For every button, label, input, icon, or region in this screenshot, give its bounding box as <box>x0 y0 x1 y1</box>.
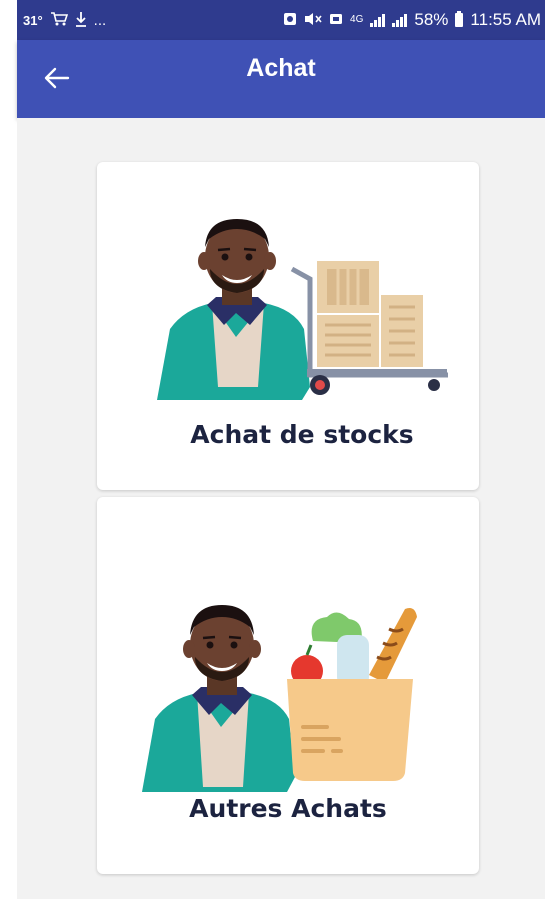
status-bar: 31° ... 4G 58% 11:55 AM <box>17 0 545 40</box>
temperature-text: 31° <box>23 12 43 28</box>
shopping-cart-icon <box>50 11 68 30</box>
man-with-grocery-bag-illustration <box>142 605 417 792</box>
page-title: Achat <box>246 54 316 82</box>
mute-icon <box>304 12 322 29</box>
battery-percentage: 58% <box>414 10 449 29</box>
app-bar: Achat <box>17 40 545 118</box>
clock-text: 11:55 AM <box>470 10 541 29</box>
man-with-stock-trolley-illustration <box>157 219 448 400</box>
notification-icon <box>283 12 297 29</box>
message-icon <box>329 12 343 29</box>
signal-icon <box>392 13 408 27</box>
achat-de-stocks-card[interactable]: Achat de stocks <box>97 162 479 490</box>
autres-achats-card[interactable]: Autres Achats <box>97 497 479 874</box>
network-type-text: 4G <box>350 14 364 25</box>
battery-icon <box>455 11 464 27</box>
download-icon <box>75 11 87 30</box>
autres-achats-label: Autres Achats <box>189 794 387 823</box>
main-content: Achat de stocks Autres Achats <box>17 118 545 899</box>
more-notifications-text: ... <box>93 11 107 29</box>
achat-de-stocks-label: Achat de stocks <box>190 420 414 449</box>
wifi-signal-icon <box>370 13 386 27</box>
